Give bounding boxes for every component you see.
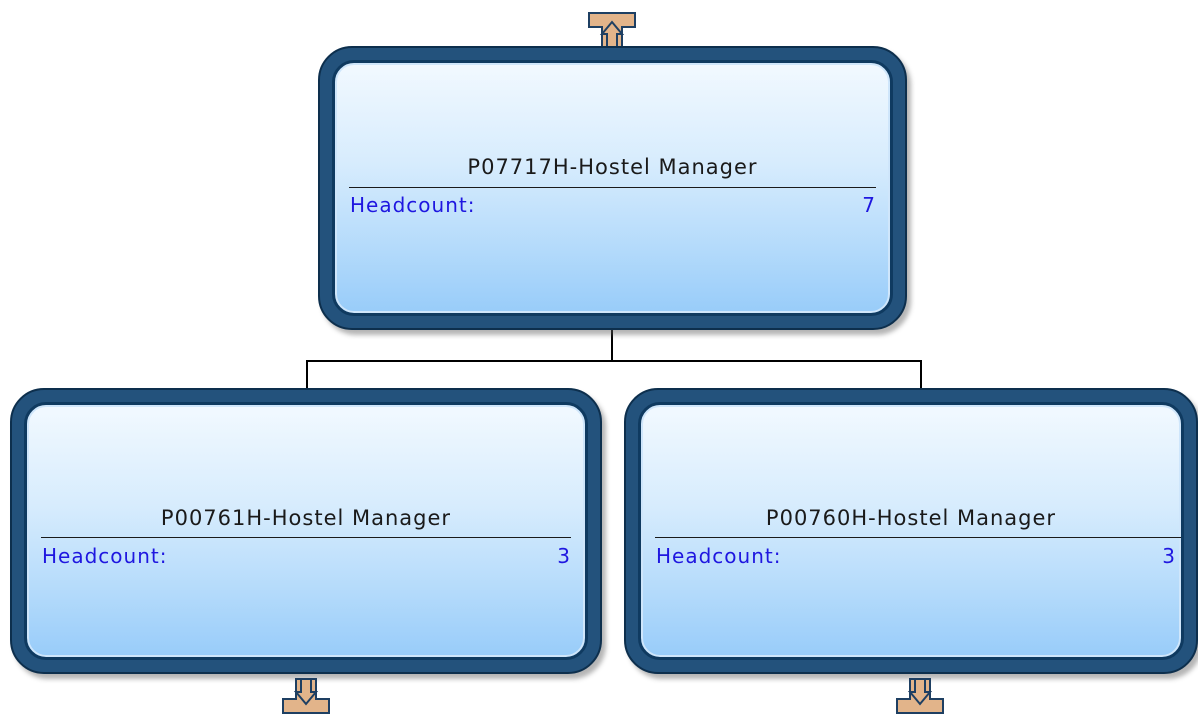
expand-down-arrow-icon[interactable] <box>282 678 330 714</box>
org-node-body: P00761H-Hostel Manager Headcount: 3 <box>24 402 588 660</box>
connector-horizontal <box>306 360 922 362</box>
expand-up-arrow-icon[interactable] <box>588 12 636 48</box>
node-divider <box>41 537 571 538</box>
connector-trunk <box>611 326 613 362</box>
node-divider <box>349 187 876 188</box>
org-chart: P07717H-Hostel Manager Headcount: 7 P007… <box>0 0 1198 716</box>
headcount-value: 3 <box>557 544 570 568</box>
connector-left-drop <box>306 360 308 390</box>
expand-down-arrow-icon[interactable] <box>896 678 944 714</box>
node-title: P00760H-Hostel Manager <box>765 506 1057 530</box>
headcount-label: Headcount: <box>656 544 782 568</box>
headcount-label: Headcount: <box>42 544 168 568</box>
headcount-label: Headcount: <box>350 193 476 217</box>
org-node-body: P00760H-Hostel Manager Headcount: 3 <box>638 402 1184 660</box>
org-node-left[interactable]: P00761H-Hostel Manager Headcount: 3 <box>10 388 602 674</box>
headcount-value: 3 <box>1162 544 1175 568</box>
node-title: P07717H-Hostel Manager <box>467 155 758 179</box>
node-divider <box>655 537 1181 538</box>
org-node-body: P07717H-Hostel Manager Headcount: 7 <box>332 60 893 316</box>
org-node-root[interactable]: P07717H-Hostel Manager Headcount: 7 <box>318 46 907 330</box>
org-node-right[interactable]: P00760H-Hostel Manager Headcount: 3 <box>624 388 1198 674</box>
headcount-value: 7 <box>862 193 875 217</box>
node-title: P00761H-Hostel Manager <box>160 506 452 530</box>
connector-right-drop <box>920 360 922 390</box>
